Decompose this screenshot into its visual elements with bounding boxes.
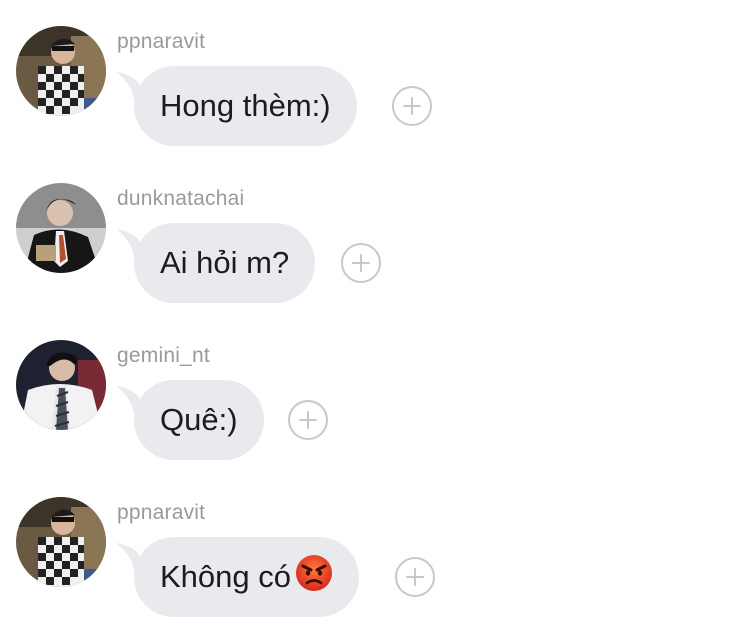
user-avatar[interactable] [16,183,106,273]
chat-thread: ppnaravit Hong thèm:) dunknatachai Ai hỏ… [0,0,750,627]
message-username[interactable]: dunknatachai [117,187,244,211]
message-bubble[interactable]: Hong thèm:) [134,66,357,146]
plus-icon [406,568,424,586]
message-bubble[interactable]: Không có [134,537,359,617]
message-username[interactable]: ppnaravit [117,501,205,525]
add-reaction-button[interactable] [288,400,328,440]
message-row: dunknatachai Ai hỏi m? [0,157,750,303]
add-reaction-button[interactable] [392,86,432,126]
message-row: gemini_nt Quê:) [0,314,750,460]
message-text: Không có [160,559,291,594]
message-text: Hong thèm:) [160,88,331,123]
add-reaction-button[interactable] [341,243,381,283]
message-text: Quê:) [160,402,238,437]
angry-face-icon [295,554,333,600]
plus-icon [299,411,317,429]
message-username[interactable]: gemini_nt [117,344,210,368]
plus-icon [352,254,370,272]
user-avatar[interactable] [16,26,106,116]
user-avatar[interactable] [16,340,106,430]
user-avatar[interactable] [16,497,106,587]
message-bubble[interactable]: Ai hỏi m? [134,223,316,303]
message-row: ppnaravit Hong thèm:) [0,0,750,146]
add-reaction-button[interactable] [395,557,435,597]
message-bubble[interactable]: Quê:) [134,380,264,460]
message-row: ppnaravit Không có [0,471,750,617]
message-username[interactable]: ppnaravit [117,30,205,54]
message-text: Ai hỏi m? [160,245,290,280]
plus-icon [403,97,421,115]
